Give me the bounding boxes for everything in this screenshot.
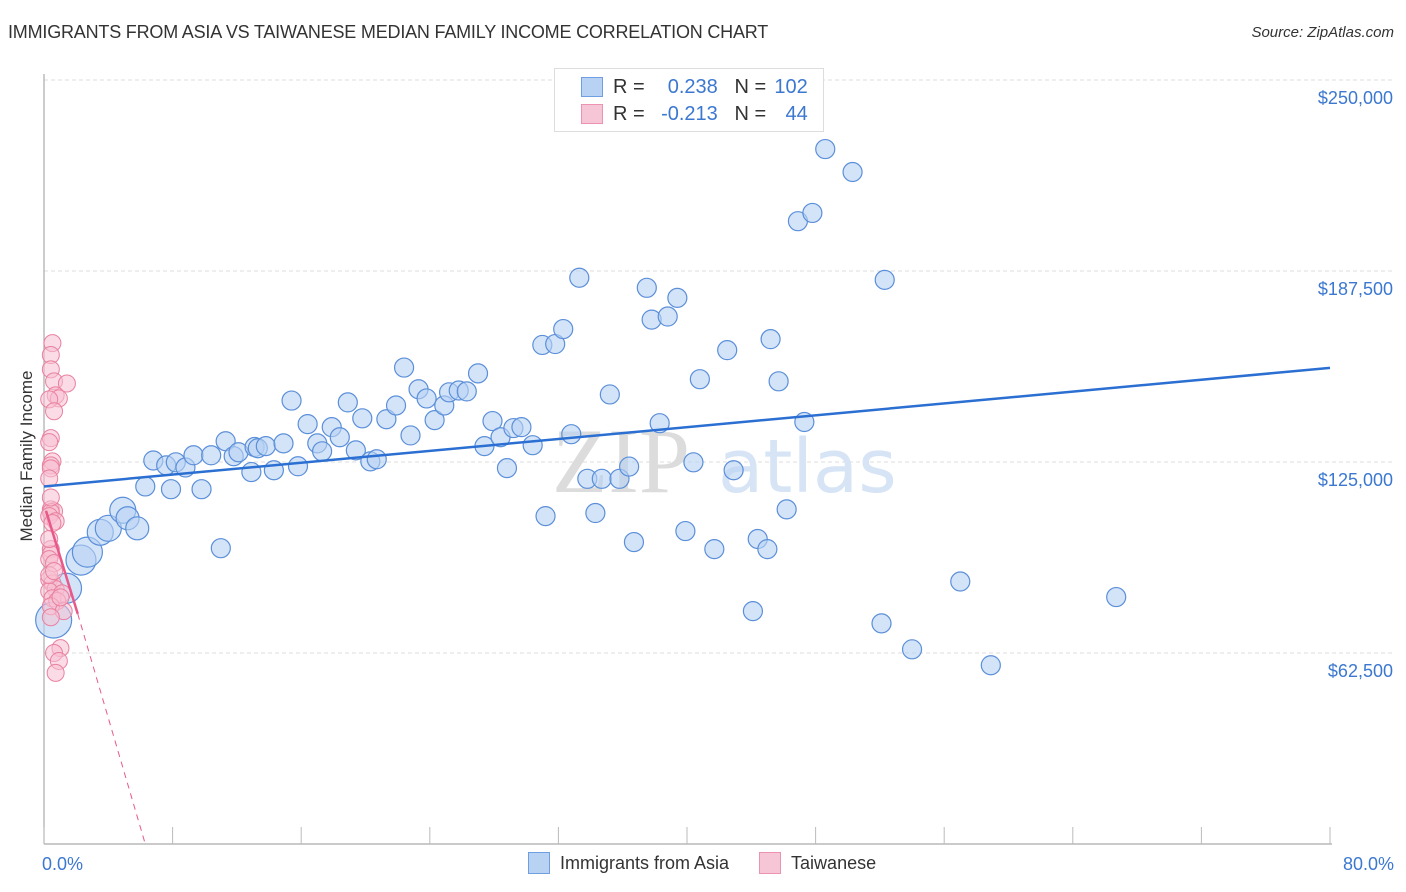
data-point-asia xyxy=(1106,586,1127,608)
scatter-chart: ZIP atlas $62,500 $125,000 $187,500 $250,00… xyxy=(17,74,1394,874)
data-point-asia xyxy=(717,340,738,361)
data-point-asia xyxy=(201,445,222,466)
data-point-asia xyxy=(329,427,350,448)
gridlines xyxy=(44,79,1394,654)
legend-swatch-asia xyxy=(528,852,550,874)
data-point-asia xyxy=(255,436,276,457)
data-point-asia xyxy=(768,371,789,392)
legend-r-value: 0.238 xyxy=(667,75,718,98)
data-point-taiwanese xyxy=(41,488,60,507)
data-point-asia xyxy=(704,538,725,560)
data-point-asia xyxy=(667,287,688,308)
data-point-taiwanese xyxy=(51,588,70,607)
data-point-taiwanese xyxy=(46,663,65,682)
data-point-asia xyxy=(456,381,477,402)
correlation-legend: R = 0.238 N = 102 R = -0.213 N = 44 xyxy=(554,68,824,132)
data-point-asia xyxy=(657,306,678,327)
data-point-asia xyxy=(191,479,212,500)
data-point-asia xyxy=(619,456,640,477)
legend-swatch-taiwanese xyxy=(759,852,782,874)
x-tick-label-max: 80.0% xyxy=(1343,854,1394,874)
data-point-asia xyxy=(871,613,892,634)
data-point-asia xyxy=(400,425,421,446)
legend-n-value: 102 xyxy=(774,75,808,98)
data-point-asia xyxy=(183,445,204,466)
data-point-asia xyxy=(683,452,704,473)
legend-row-asia: R = 0.238 N = 102 xyxy=(581,75,808,99)
data-point-asia xyxy=(352,408,373,429)
watermark-atlas: atlas xyxy=(718,424,897,510)
data-point-asia xyxy=(210,538,231,559)
legend-label-taiwanese: Taiwanese xyxy=(791,852,877,873)
data-point-taiwanese xyxy=(41,608,60,627)
data-point-asia xyxy=(623,531,645,553)
data-point-asia xyxy=(496,458,518,479)
data-point-asia xyxy=(297,414,318,435)
data-point-taiwanese xyxy=(45,402,64,421)
data-point-asia xyxy=(950,571,971,592)
data-point-asia xyxy=(585,502,606,524)
data-point-asia xyxy=(160,479,182,500)
y-tick-labels: $62,500 $125,000 $187,500 $250,000 xyxy=(1318,88,1393,681)
data-point-asia xyxy=(135,476,156,497)
data-point-asia xyxy=(723,460,744,481)
data-point-asia xyxy=(561,424,582,445)
data-point-asia xyxy=(636,277,657,298)
legend-label-asia: Immigrants from Asia xyxy=(560,852,730,873)
data-point-asia xyxy=(522,435,543,456)
data-point-asia xyxy=(901,639,923,660)
data-point-asia xyxy=(273,433,294,454)
y-axis-title: Median Family Income xyxy=(17,370,36,541)
data-point-asia xyxy=(689,369,710,390)
legend-n-value: 44 xyxy=(785,102,808,125)
legend-r-label: R = xyxy=(613,75,645,98)
data-point-asia xyxy=(569,267,590,288)
data-point-taiwanese xyxy=(40,433,59,452)
data-point-taiwanese xyxy=(45,562,64,581)
x-tick-label-min: 0.0% xyxy=(42,854,83,874)
data-point-asia xyxy=(241,461,262,483)
data-point-asia xyxy=(125,516,150,541)
data-point-asia xyxy=(675,520,696,542)
data-point-asia xyxy=(842,161,863,183)
data-point-asia xyxy=(337,392,358,413)
legend-n-label: N = xyxy=(734,75,767,98)
data-point-asia xyxy=(511,417,532,438)
data-point-asia xyxy=(467,363,489,384)
data-point-asia xyxy=(281,390,302,411)
legend-swatch-blue xyxy=(581,77,603,97)
legend-r-label: R = xyxy=(613,102,645,125)
data-point-asia xyxy=(393,357,415,378)
legend-row-taiwanese: R = -0.213 N = 44 xyxy=(581,102,808,126)
data-point-asia xyxy=(815,138,836,160)
data-point-asia xyxy=(287,456,309,477)
legend-swatch-pink xyxy=(581,104,603,124)
y-tick-label: $125,000 xyxy=(1318,470,1393,490)
data-point-asia xyxy=(385,395,407,416)
data-point-asia xyxy=(599,384,620,405)
data-point-asia xyxy=(760,329,781,350)
y-tick-label: $250,000 xyxy=(1318,88,1393,108)
series-legend: Immigrants from Asia Taiwanese xyxy=(528,852,876,874)
y-tick-label: $187,500 xyxy=(1318,279,1393,299)
data-point-asia xyxy=(553,318,574,340)
legend-r-value: -0.213 xyxy=(661,102,718,125)
y-tick-label: $62,500 xyxy=(1328,661,1393,681)
data-point-asia xyxy=(757,538,778,560)
legend-n-label: N = xyxy=(734,102,767,125)
data-point-asia xyxy=(802,202,823,224)
data-point-asia xyxy=(366,449,387,470)
data-point-asia xyxy=(874,269,895,290)
data-point-asia xyxy=(980,655,1001,676)
data-point-asia xyxy=(591,468,612,489)
data-point-asia xyxy=(311,441,333,462)
series-immigrants-from-asia xyxy=(35,138,1127,676)
data-point-asia xyxy=(535,505,556,527)
data-point-asia xyxy=(742,601,764,622)
data-point-asia xyxy=(776,499,797,520)
data-point-asia xyxy=(416,388,437,409)
watermark: ZIP atlas xyxy=(552,410,897,512)
trend-line-taiwanese-extension xyxy=(77,613,146,845)
